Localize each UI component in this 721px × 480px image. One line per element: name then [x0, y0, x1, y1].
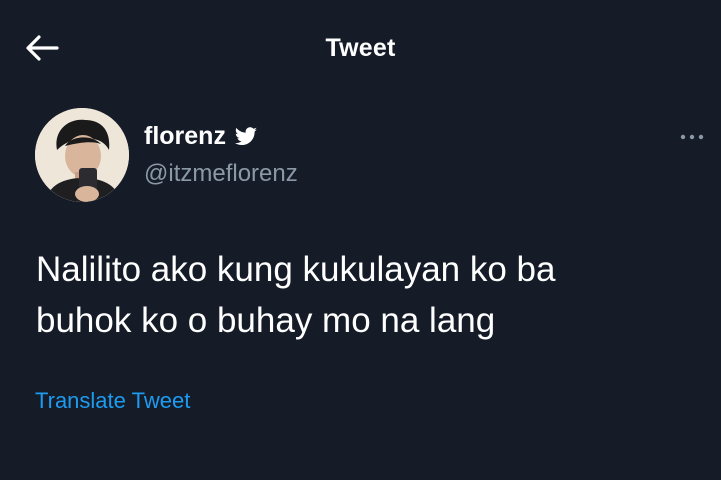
twitter-bird-icon: [234, 126, 258, 147]
avatar[interactable]: [35, 108, 129, 202]
display-name-text: florenz: [144, 122, 226, 150]
tweet-text: Nalilito ako kung kukulayan ko ba buhok …: [36, 244, 696, 346]
translate-tweet-link[interactable]: Translate Tweet: [35, 388, 190, 414]
tweet-screen: Tweet florenz @itzmeflorenz Nalilito ako…: [0, 0, 721, 480]
tweet-line: buhok ko o buhay mo na lang: [36, 301, 496, 340]
more-options-button[interactable]: [670, 124, 714, 148]
more-options-icon: [680, 127, 704, 145]
user-handle[interactable]: @itzmeflorenz: [144, 160, 298, 188]
tweet-line: Nalilito ako kung kukulayan ko ba: [36, 250, 556, 289]
display-name[interactable]: florenz: [144, 122, 258, 151]
header: Tweet: [0, 0, 721, 96]
page-title: Tweet: [325, 34, 396, 62]
